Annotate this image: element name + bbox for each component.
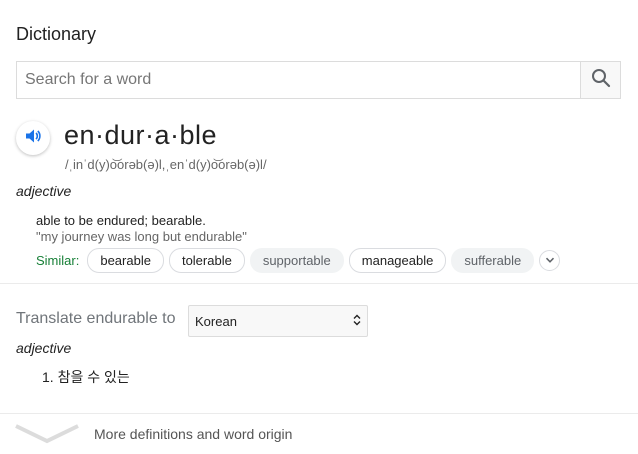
pronunciation: /ˌinˈd(y)o͝orəb(ə)l,ˌenˈd(y)o͝orəb(ə)l/ — [65, 157, 267, 172]
more-definitions-button[interactable]: More definitions and word origin — [14, 422, 314, 448]
chevron-down-icon — [545, 252, 555, 270]
language-select-value: Korean — [195, 313, 237, 329]
similar-chip[interactable]: supportable — [249, 248, 344, 273]
similar-chip[interactable]: tolerable — [168, 248, 245, 273]
definition: able to be endured; bearable. — [36, 213, 206, 228]
translate-label: Translate endurable to — [16, 310, 176, 327]
part-of-speech: adjective — [16, 183, 72, 199]
similar-label: Similar: — [36, 253, 80, 268]
translation-item: 1. 참을 수 있는 — [42, 369, 130, 385]
translation-part-of-speech: adjective — [16, 340, 72, 356]
similar-chip[interactable]: bearable — [87, 248, 164, 273]
pronunciation-button[interactable] — [16, 121, 50, 155]
headword: en·dur·a·ble — [64, 120, 218, 150]
more-definitions-label: More definitions and word origin — [94, 426, 293, 442]
card-title: Dictionary — [16, 24, 97, 44]
search-input[interactable] — [17, 62, 598, 98]
chevron-down-icon — [14, 422, 80, 451]
language-select[interactable]: Korean — [188, 305, 368, 337]
section-divider — [0, 283, 638, 284]
similar-chip[interactable]: sufferable — [451, 248, 535, 273]
search-icon — [591, 68, 611, 93]
search-button[interactable] — [580, 62, 620, 98]
example-sentence: "my journey was long but endurable" — [36, 229, 247, 244]
dictionary-card: Dictionary en·dur·a·ble /ˌinˈd(y)o͝orəb(… — [0, 0, 638, 454]
expand-similar-button[interactable] — [539, 250, 561, 271]
footer-divider — [0, 413, 638, 414]
search-box — [16, 61, 621, 99]
similar-chip[interactable]: manageable — [348, 248, 447, 273]
similar-words: Similar: bearable tolerable supportable … — [36, 248, 561, 273]
speaker-icon — [24, 127, 42, 150]
select-arrows-icon — [353, 314, 361, 329]
